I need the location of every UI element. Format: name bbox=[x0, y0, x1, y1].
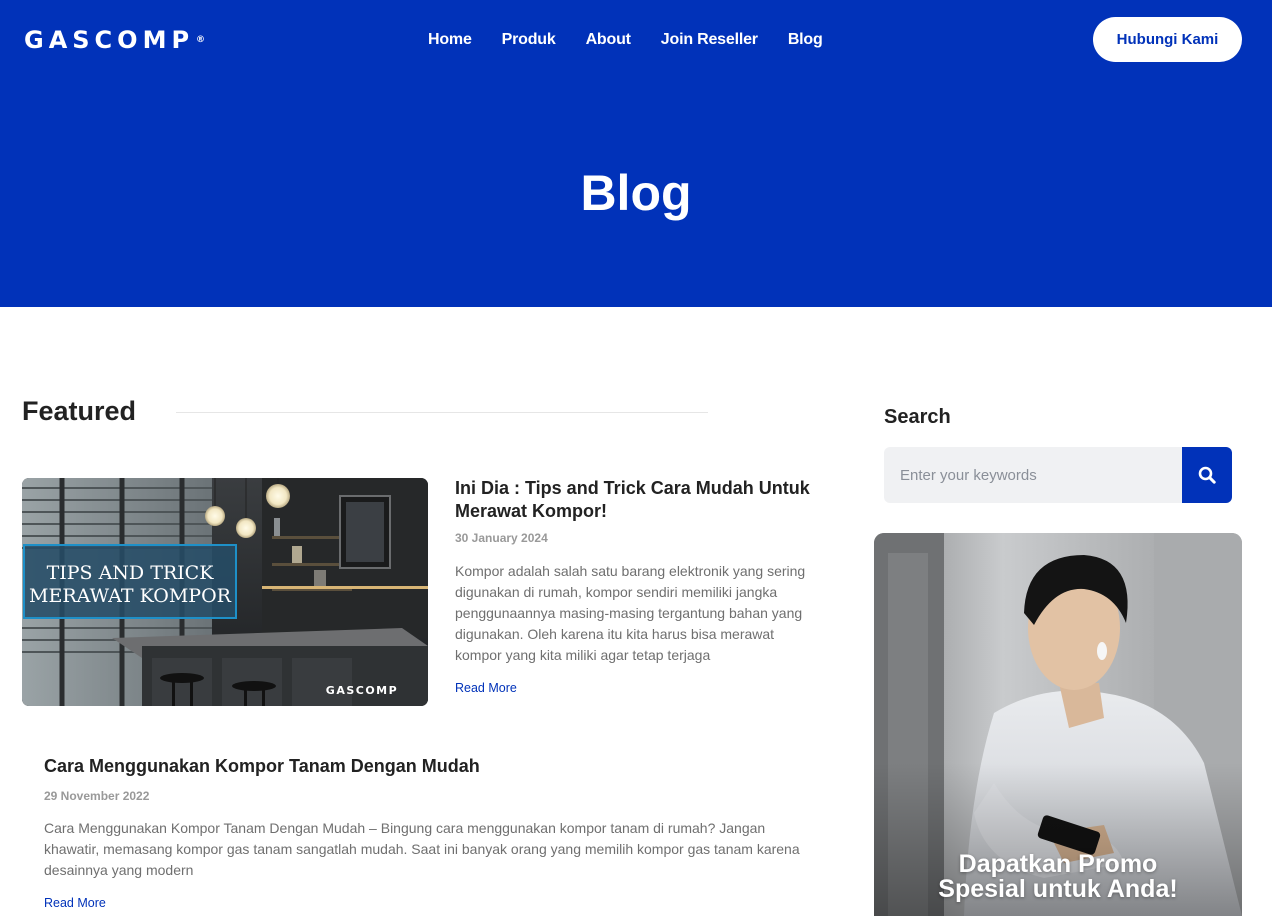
search-heading: Search bbox=[884, 406, 951, 428]
read-more-link[interactable]: Read More bbox=[44, 896, 106, 910]
main-nav: Home Produk About Join Reseller Blog bbox=[428, 30, 823, 50]
registered-mark: ® bbox=[196, 35, 206, 45]
post-date: 29 November 2022 bbox=[44, 789, 150, 803]
post-title[interactable]: Ini Dia : Tips and Trick Cara Mudah Untu… bbox=[455, 477, 825, 523]
promo-text-line1: Dapatkan Promo bbox=[958, 850, 1158, 878]
nav-link-home[interactable]: Home bbox=[428, 30, 472, 50]
page-title: Blog bbox=[580, 165, 692, 221]
search-icon bbox=[1198, 466, 1216, 484]
brand-logo-text: GASCOMP bbox=[24, 26, 195, 54]
kitchen-photo: TIPS AND TRICK MERAWAT KOMPOR GASCOMP bbox=[22, 478, 428, 706]
search-input[interactable] bbox=[884, 447, 1182, 503]
nav-link-blog[interactable]: Blog bbox=[788, 30, 823, 50]
search-form bbox=[884, 447, 1232, 503]
promo-text-line2: Spesial untuk Anda! bbox=[938, 875, 1178, 903]
promo-text: Dapatkan Promo Spesial untuk Anda! bbox=[874, 852, 1242, 902]
overlay-title-line2: MERAWAT KOMPOR bbox=[29, 585, 232, 607]
post-title[interactable]: Cara Menggunakan Kompor Tanam Dengan Mud… bbox=[44, 755, 744, 778]
post-excerpt: Cara Menggunakan Kompor Tanam Dengan Mud… bbox=[44, 820, 800, 878]
post-thumbnail[interactable]: TIPS AND TRICK MERAWAT KOMPOR GASCOMP bbox=[22, 478, 428, 706]
thumbnail-brand-logo: GASCOMP bbox=[326, 684, 398, 697]
nav-link-produk[interactable]: Produk bbox=[502, 30, 556, 50]
post-date: 30 January 2024 bbox=[455, 531, 548, 545]
nav-link-about[interactable]: About bbox=[586, 30, 631, 50]
hero-banner: GASCOMP ® Home Produk About Join Reseller… bbox=[0, 0, 1272, 307]
contact-us-button[interactable]: Hubungi Kami bbox=[1093, 17, 1242, 62]
overlay-title-line1: TIPS AND TRICK bbox=[47, 562, 215, 584]
brand-logo[interactable]: GASCOMP ® bbox=[24, 27, 205, 53]
read-more-link[interactable]: Read More bbox=[455, 681, 517, 695]
post-excerpt: Kompor adalah salah satu barang elektron… bbox=[455, 563, 806, 663]
promo-banner[interactable]: Dapatkan Promo Spesial untuk Anda! bbox=[874, 533, 1242, 916]
nav-link-join-reseller[interactable]: Join Reseller bbox=[661, 30, 758, 50]
search-button[interactable] bbox=[1182, 447, 1232, 503]
featured-heading: Featured bbox=[22, 396, 137, 426]
section-divider bbox=[176, 412, 708, 413]
